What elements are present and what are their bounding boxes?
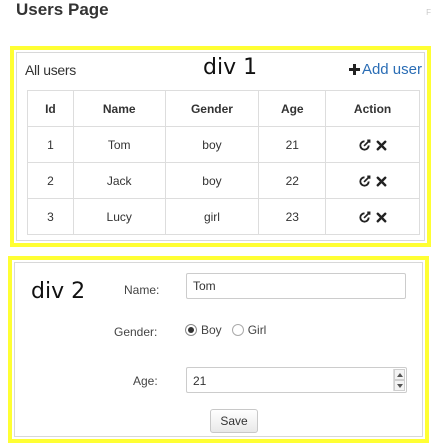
edit-icon[interactable] [358,211,371,224]
cell-gender: girl [164,198,260,235]
plus-icon [348,64,360,75]
header-name: Name [72,90,166,127]
increment-arrow-icon[interactable] [394,369,405,380]
decrement-arrow-icon[interactable] [394,380,405,391]
edit-icon[interactable] [358,175,371,188]
cell-action [325,162,420,199]
cell-name: Tom [72,126,166,163]
header-id: Id [27,90,74,127]
gender-option-label: Girl [247,323,267,337]
cell-gender: boy [164,162,260,199]
panel-heading: All users [25,62,76,78]
cell-age: 21 [258,126,327,163]
table-row: 3 Lucy girl 23 [27,198,420,235]
name-label: Name: [124,283,160,297]
close-icon[interactable] [375,175,388,188]
table-row: 1 Tom boy 21 [27,126,420,163]
cell-age: 22 [258,162,327,199]
age-spinner [393,369,405,391]
user-form-panel: div 2 Name: Gender: Boy Girl Age: 21 Sav… [14,262,423,437]
save-button[interactable]: Save [210,409,258,433]
cell-name: Lucy [72,198,166,235]
div2-annotation: div 2 [31,279,86,304]
cell-id: 3 [27,198,74,235]
div1-annotation: div 1 [203,55,258,80]
gender-option-boy[interactable]: Boy [185,323,222,337]
header-action: Action [325,90,420,127]
users-table: Id Name Gender Age Action 1 Tom boy 21 2… [27,90,420,235]
radio-boy[interactable] [185,324,197,336]
cell-id: 2 [27,162,74,199]
users-list-panel-highlight: All users div 1 Add user Id Name Gender … [10,46,431,247]
page-title: Users Page [16,0,109,19]
radio-girl[interactable] [231,324,244,336]
add-user-label: Add user [361,61,422,78]
age-value: 21 [193,374,207,388]
age-label: Age: [133,374,158,388]
table-header-row: Id Name Gender Age Action [27,90,420,127]
cell-id: 1 [27,126,74,163]
cell-name: Jack [72,162,166,199]
table-row: 2 Jack boy 22 [27,162,420,199]
cell-age: 23 [258,198,327,235]
user-form-panel-highlight: div 2 Name: Gender: Boy Girl Age: 21 Sav… [8,256,429,443]
cell-gender: boy [164,126,260,163]
cell-action [325,126,420,163]
gender-radio-group: Boy Girl [185,323,276,337]
edit-icon[interactable] [358,139,371,152]
users-list-panel: All users div 1 Add user Id Name Gender … [16,52,425,241]
gender-label: Gender: [114,325,158,339]
header-gender: Gender [164,90,260,127]
header-age: Age [258,90,327,127]
age-stepper[interactable]: 21 [186,367,407,393]
gender-option-label: Boy [201,323,222,337]
close-icon[interactable] [375,139,388,152]
close-icon[interactable] [375,211,388,224]
add-user-link[interactable]: Add user [348,61,422,78]
cell-action [325,198,420,235]
gender-option-girl[interactable]: Girl [231,323,267,337]
name-field[interactable] [186,273,406,299]
corner-mark: F [426,8,431,17]
